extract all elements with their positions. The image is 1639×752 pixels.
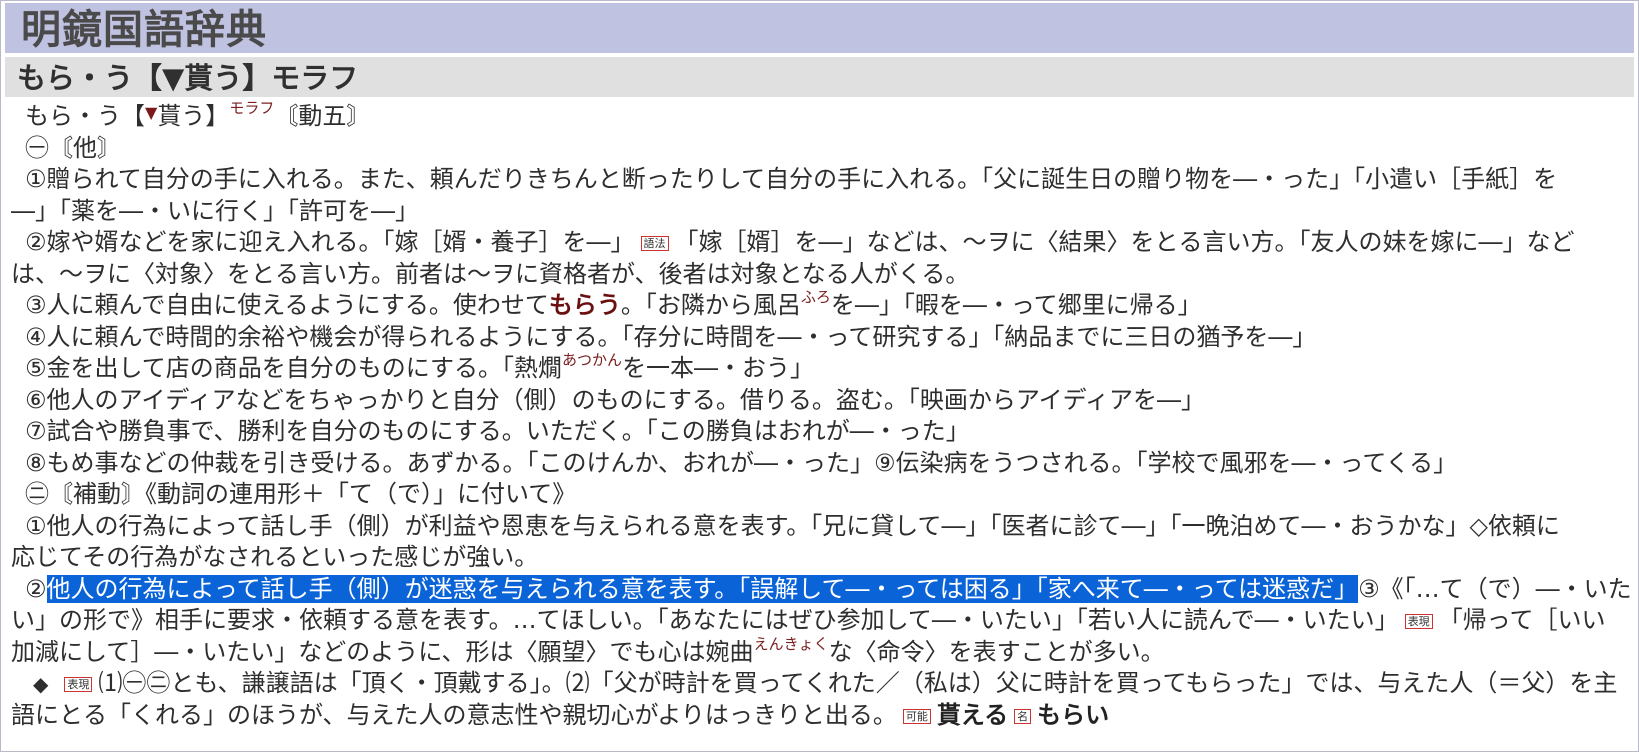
expression-note-tag[interactable]: 表現 <box>1404 614 1433 629</box>
aux-definition-3c: 加減にして］―・いたい」などのように、形は〈願望〉でも心は婉曲えんきょくな〈命令… <box>11 634 1631 669</box>
potential-form-tag[interactable]: 可能 <box>902 708 931 724</box>
emphasized-headword: もらう <box>548 291 621 319</box>
aux-definition-3-text: い」の形で》相手に要求・依頼する意を表す。…てほしい。「あなたにはぜひ参加して―… <box>11 606 1399 634</box>
definition-1a: ①贈られて自分の手に入れる。また、頼んだりきちんと断ったりして自分の手に入れる。… <box>25 165 1558 193</box>
definition-2b: は、〜ヲに〈対象〉をとる言い方。前者は〜ヲに資格者が、後者は対象となる人がくる。 <box>11 259 970 288</box>
aux-definition-1a: ①他人の行為によって話し手（側）が利益や恩恵を与えられる意を表す。「兄に貸して―… <box>25 511 1560 540</box>
definition-2-usage: 「嫁［婿］を―」などは、〜ヲに〈結果〉をとる言い方。「友人の妹を嫁に―」など <box>674 228 1575 256</box>
definition-2a: ②嫁や婿などを家に迎え入れる。「嫁［婿・養子］を―」 語法 「嫁［婿］を―」などは、… <box>11 227 1631 259</box>
aux-definition-2-number: ② <box>25 574 47 603</box>
triangle-mark-icon: ▼ <box>145 103 158 122</box>
definition-3-example: 。「お隣から風呂 <box>620 291 801 319</box>
definition-8: ⑧もめ事などの仲裁を引き受ける。あずかる。「このけんか、おれが―・った」⑨伝染病… <box>25 448 1458 477</box>
definition-4: ④人に頼んで時間的余裕や機会が得られるようにする。「存分に時間を―・って研究する… <box>25 322 1317 351</box>
section-heading-2: ㊁〘補動〙《動詞の連用形＋「て（で）」に付いて》 <box>25 480 577 508</box>
definition-3-example-end: を―」「暇を―・って郷里に帰る」 <box>830 291 1202 319</box>
selected-text[interactable]: 他人の行為によって話し手（側）が迷惑を与えられる意を表す。「誤解して―・っては困… <box>46 574 1359 603</box>
kana-reading: モラフ <box>229 99 275 117</box>
dictionary-window: 明鏡国語辞典 もら・う【▼貰う】モラフ もら・う【▼貰う】モラフ〘動五〙 ㊀〘他… <box>0 0 1639 752</box>
definition-6: ⑥他人のアイディアなどをちゃっかりと自分（側）のものにする。借りる。盗む。「映画… <box>25 385 1205 414</box>
footnote-line-1: ◆ 表現 ⑴㊀㊁とも、謙譲語は「頂く・頂戴する」。⑵「父が時計を買ってくれた／（私は… <box>11 668 1631 700</box>
definition-5: ⑤金を出して店の商品を自分のものにする。「熱燗あつかんを一本―・おう」 <box>11 351 1631 385</box>
part-of-speech: 〘動五〙 <box>274 102 371 130</box>
aux-definition-3-start: ③《「…て（で）―・いた <box>1358 574 1632 603</box>
dictionary-title: 明鏡国語辞典 <box>5 3 1634 53</box>
furigana: あつかん <box>562 351 623 369</box>
footnote-text: ⑴㊀㊁とも、謙譲語は「頂く・頂戴する」。⑵「父が時計を買ってくれた／（私は）父に… <box>98 669 1618 697</box>
definition-5-text: ⑤金を出して店の商品を自分のものにする。「熱燗 <box>25 354 563 382</box>
usage-note-tag[interactable]: 語法 <box>640 236 669 251</box>
furigana: えんきょく <box>753 634 829 653</box>
entry-headword: もら・う <box>25 102 121 130</box>
headword-bar: もら・う【▼貰う】モラフ <box>5 57 1634 97</box>
noun-form-tag[interactable]: 名 <box>1014 708 1032 724</box>
furigana: ふろ <box>800 288 831 306</box>
diamond-icon: ◆ <box>33 672 49 696</box>
definition-3: ③人に頼んで自由に使えるようにする。使わせてもらう。「お隣から風呂ふろを―」「暇… <box>11 288 1631 322</box>
entry-body: もら・う【▼貰う】モラフ〘動五〙 ㊀〘他〙 ①贈られて自分の手に入れる。また、頼… <box>11 99 1632 732</box>
noun-form-word[interactable]: もらい <box>1037 701 1109 729</box>
aux-definition-3-note: 「帰って［いい <box>1438 606 1606 634</box>
entry-header-line: もら・う【▼貰う】モラフ〘動五〙 <box>11 99 1631 133</box>
aux-definition-1b: 応じてその行為がなされるといった感じが強い。 <box>11 543 539 571</box>
aux-definition-3b: い」の形で》相手に要求・依頼する意を表す。…てほしい。「あなたにはぜひ参加して―… <box>11 605 1631 637</box>
potential-form-word[interactable]: 貰える <box>937 701 1008 729</box>
definition-2-text: ②嫁や婿などを家に迎え入れる。「嫁［婿・養子］を―」 <box>25 228 635 256</box>
aux-definition-3-note-cont: 加減にして］―・いたい」などのように、形は〈願望〉でも心は婉曲 <box>11 637 754 666</box>
definition-3-text: ③人に頼んで自由に使えるようにする。使わせて <box>25 291 549 319</box>
bracket-open: 【 <box>121 102 145 130</box>
aux-definition-3-note-end: な〈命令〉を表すことが多い。 <box>828 637 1165 666</box>
entry-kanji: 貰う】 <box>157 102 230 130</box>
section-heading-1: ㊀〘他〙 <box>25 133 121 162</box>
expression-note-tag[interactable]: 表現 <box>64 677 93 692</box>
definition-7: ⑦試合や勝負事で、勝利を自分のものにする。いただく。「この勝負はおれが―・った」 <box>25 417 970 445</box>
aux-definition-2: ②他人の行為によって話し手（側）が迷惑を与えられる意を表す。「誤解して―・っては… <box>11 574 1632 606</box>
definition-5-example-end: を一本―・おう」 <box>622 354 815 382</box>
footnote-line-2: 語にとる「くれる」のほうが、与えた人の意志性や親切心がよりはっきりと出る。 可能貰… <box>11 700 1631 732</box>
definition-1b: ―」「薬を―・いに行く」「許可を―」 <box>11 196 419 225</box>
footnote-text-cont: 語にとる「くれる」のほうが、与えた人の意志性や親切心がよりはっきりと出る。 <box>11 700 897 729</box>
